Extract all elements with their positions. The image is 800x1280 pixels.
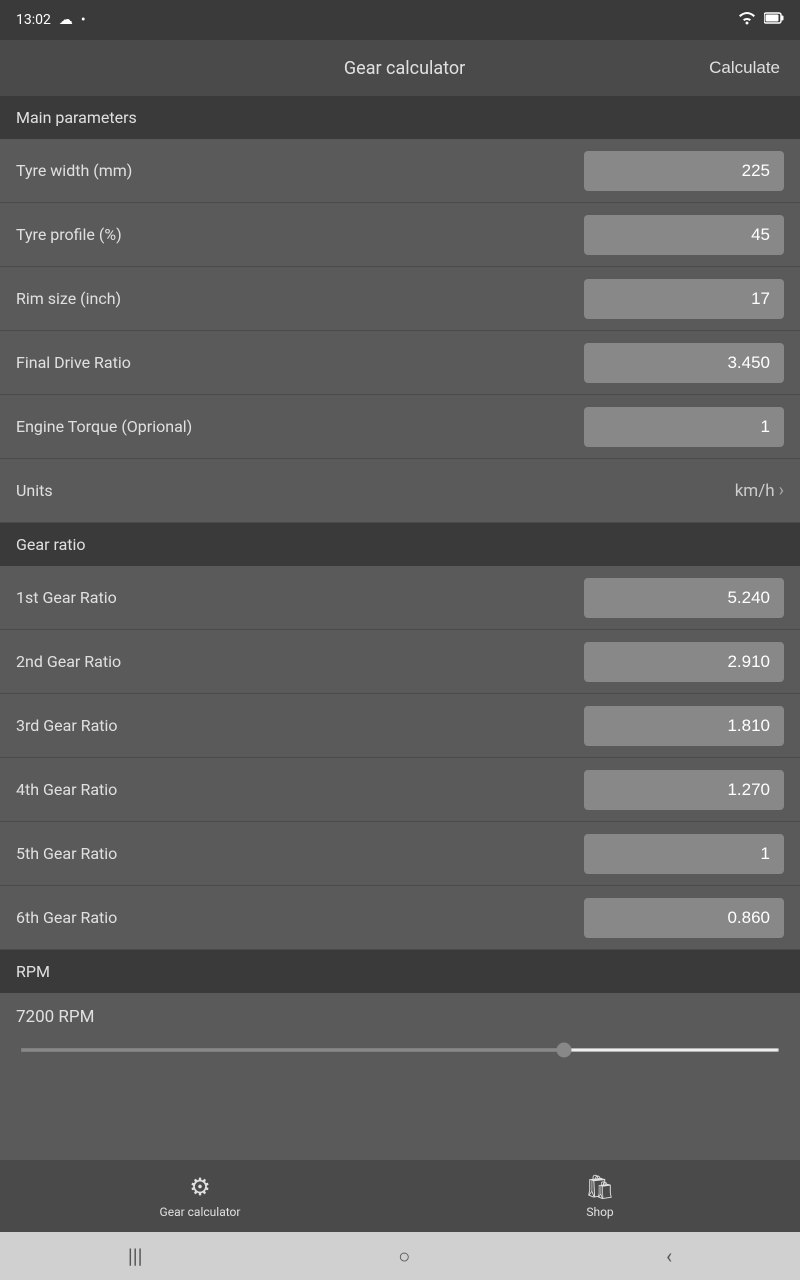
rpm-section-header: RPM xyxy=(0,950,800,993)
gear-ratio-5-row: 5th Gear Ratio xyxy=(0,822,800,886)
android-nav-bar: ||| ○ ‹ xyxy=(0,1232,800,1280)
gear-calculator-nav[interactable]: ⚙ Gear calculator xyxy=(0,1160,400,1232)
rpm-value-display: 7200 RPM xyxy=(16,1007,784,1027)
units-selector[interactable]: km/h › xyxy=(735,480,784,501)
shop-icon: 🛍 xyxy=(585,1173,615,1201)
status-bar: 13:02 ☁ • xyxy=(0,0,800,40)
gear-ratio-4-input[interactable] xyxy=(584,770,784,810)
time-display: 13:02 xyxy=(16,12,51,28)
gear-ratio-3-row: 3rd Gear Ratio xyxy=(0,694,800,758)
gear-ratio-1-label: 1st Gear Ratio xyxy=(16,588,584,607)
status-bar-right xyxy=(738,11,784,29)
shop-nav-label: Shop xyxy=(586,1205,613,1219)
engine-torque-label: Engine Torque (Oprional) xyxy=(16,417,584,436)
final-drive-ratio-input[interactable] xyxy=(584,343,784,383)
units-label: Units xyxy=(16,481,735,500)
calculate-button[interactable]: Calculate xyxy=(709,58,780,78)
top-bar: Gear calculator Calculate xyxy=(0,40,800,96)
dot-icon: • xyxy=(81,12,86,28)
gear-ratio-1-input[interactable] xyxy=(584,578,784,618)
gear-ratio-2-input[interactable] xyxy=(584,642,784,682)
android-back-button[interactable]: ‹ xyxy=(646,1236,692,1276)
gear-ratio-6-row: 6th Gear Ratio xyxy=(0,886,800,950)
units-row[interactable]: Units km/h › xyxy=(0,459,800,523)
rpm-section: 7200 RPM xyxy=(0,993,800,1064)
final-drive-ratio-row: Final Drive Ratio xyxy=(0,331,800,395)
gear-ratio-1-row: 1st Gear Ratio xyxy=(0,566,800,630)
gear-ratio-header: Gear ratio xyxy=(0,523,800,566)
gear-calculator-nav-label: Gear calculator xyxy=(160,1205,241,1219)
wifi-icon xyxy=(738,11,756,29)
android-home-button[interactable]: ○ xyxy=(378,1236,430,1277)
gear-ratio-5-label: 5th Gear Ratio xyxy=(16,844,584,863)
gear-ratio-5-input[interactable] xyxy=(584,834,784,874)
gear-ratio-3-input[interactable] xyxy=(584,706,784,746)
rim-size-label: Rim size (inch) xyxy=(16,289,584,308)
final-drive-ratio-label: Final Drive Ratio xyxy=(16,353,584,372)
engine-torque-row: Engine Torque (Oprional) xyxy=(0,395,800,459)
tyre-profile-input[interactable] xyxy=(584,215,784,255)
gear-ratio-2-row: 2nd Gear Ratio xyxy=(0,630,800,694)
tyre-width-row: Tyre width (mm) xyxy=(0,139,800,203)
units-current-value: km/h xyxy=(735,481,775,501)
tyre-width-label: Tyre width (mm) xyxy=(16,161,584,180)
status-bar-left: 13:02 ☁ • xyxy=(16,12,86,28)
rim-size-row: Rim size (inch) xyxy=(0,267,800,331)
gear-ratio-2-label: 2nd Gear Ratio xyxy=(16,652,584,671)
cloud-icon: ☁ xyxy=(59,12,73,28)
tyre-width-input[interactable] xyxy=(584,151,784,191)
gear-ratio-4-row: 4th Gear Ratio xyxy=(0,758,800,822)
rpm-slider-container xyxy=(16,1037,784,1056)
rim-size-input[interactable] xyxy=(584,279,784,319)
shop-nav[interactable]: 🛍 Shop xyxy=(400,1160,800,1232)
gear-ratio-4-label: 4th Gear Ratio xyxy=(16,780,584,799)
android-menu-button[interactable]: ||| xyxy=(108,1236,163,1276)
gear-ratio-3-label: 3rd Gear Ratio xyxy=(16,716,584,735)
engine-torque-input[interactable] xyxy=(584,407,784,447)
tyre-profile-row: Tyre profile (%) xyxy=(0,203,800,267)
gear-icon: ⚙ xyxy=(189,1173,211,1201)
gear-ratio-6-label: 6th Gear Ratio xyxy=(16,908,584,927)
app-title: Gear calculator xyxy=(100,58,709,79)
bottom-nav: ⚙ Gear calculator 🛍 Shop xyxy=(0,1160,800,1232)
battery-icon xyxy=(764,12,784,28)
rpm-slider[interactable] xyxy=(20,1048,780,1052)
gear-ratio-6-input[interactable] xyxy=(584,898,784,938)
chevron-right-icon: › xyxy=(779,480,784,501)
main-parameters-header: Main parameters xyxy=(0,96,800,139)
tyre-profile-label: Tyre profile (%) xyxy=(16,225,584,244)
